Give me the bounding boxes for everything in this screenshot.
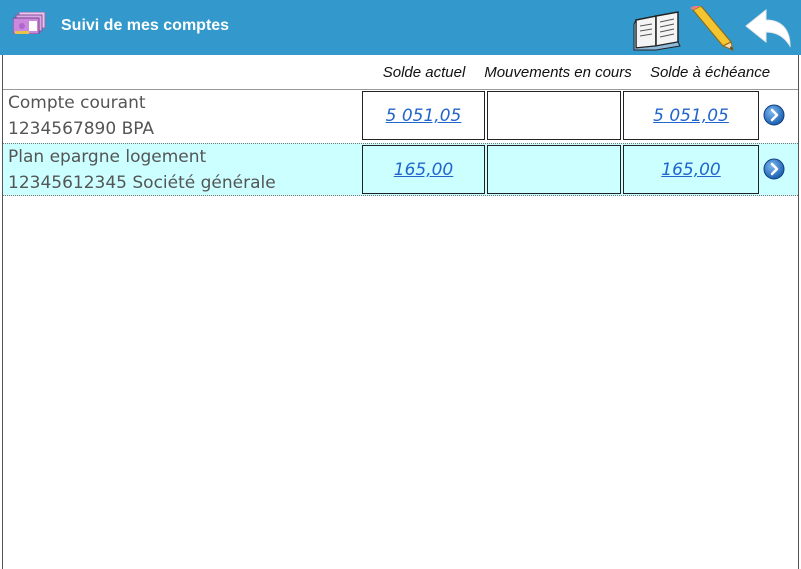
column-header-mouvements: Mouvements en cours (484, 64, 632, 81)
solde-actuel-link[interactable]: 5 051,05 (363, 106, 484, 126)
column-header-solde-echeance: Solde à échéance (649, 64, 771, 81)
solde-echeance-cell: 5 051,05 (623, 91, 759, 140)
account-name: Plan epargne logement (8, 147, 207, 167)
chevron-right-circle-icon[interactable] (763, 104, 785, 126)
column-header-solde-actuel: Solde actuel (382, 64, 466, 81)
solde-echeance-link[interactable]: 5 051,05 (624, 106, 758, 126)
app-title: Suivi de mes comptes (61, 17, 230, 34)
app-window: Suivi de mes comptes Solde actuel Mouvem… (0, 0, 801, 569)
accounts-panel: Solde actuel Mouvements en cours Solde à… (2, 55, 799, 569)
open-book-icon (633, 11, 681, 51)
account-name: Compte courant (8, 93, 146, 113)
account-row[interactable]: Plan epargne logement 12345612345 Sociét… (3, 143, 798, 196)
account-info: Plan epargne logement 12345612345 Sociét… (3, 144, 358, 197)
mouvements-cell (487, 91, 621, 140)
solde-echeance-link[interactable]: 165,00 (624, 160, 758, 180)
solde-actuel-cell: 5 051,05 (362, 91, 485, 140)
chevron-right-circle-icon[interactable] (763, 158, 785, 180)
solde-actuel-cell: 165,00 (362, 145, 485, 194)
solde-echeance-cell: 165,00 (623, 145, 759, 194)
solde-actuel-link[interactable]: 165,00 (363, 160, 484, 180)
account-row[interactable]: Compte courant 1234567890 BPA 5 051,05 5… (3, 90, 798, 143)
euro-banknotes-icon (13, 12, 46, 34)
back-button[interactable] (744, 6, 794, 52)
mouvements-cell (487, 145, 621, 194)
account-number: 1234567890 BPA (8, 119, 155, 139)
account-info: Compte courant 1234567890 BPA (3, 90, 358, 143)
edit-pencil-button[interactable] (687, 4, 737, 52)
account-number: 12345612345 Société générale (8, 173, 276, 193)
pencil-icon (690, 4, 734, 51)
back-arrow-icon (745, 8, 791, 48)
open-book-button[interactable] (632, 6, 682, 52)
header-bar: Suivi de mes comptes (0, 0, 801, 55)
